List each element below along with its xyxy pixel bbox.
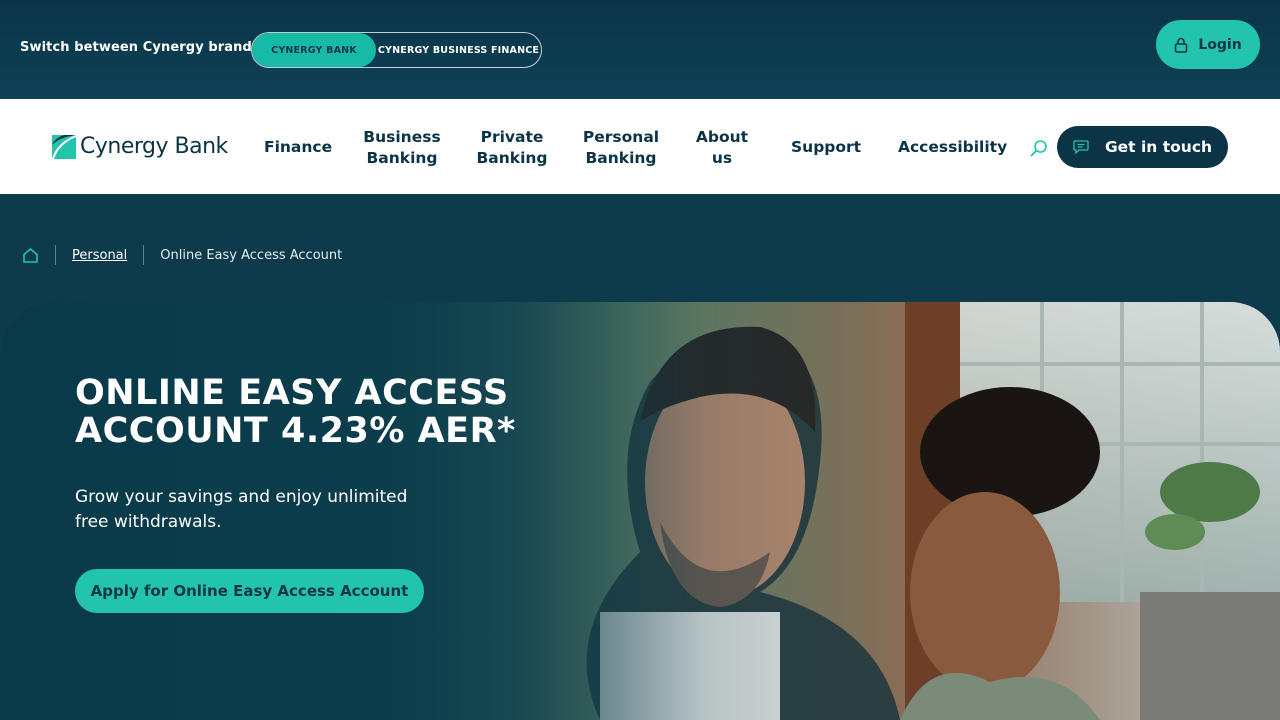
breadcrumb-current: Online Easy Access Account: [160, 247, 343, 263]
brand-switch-label: Switch between Cynergy brands:: [20, 40, 266, 55]
breadcrumb-divider: [55, 245, 56, 265]
nav-accessibility[interactable]: Accessibility: [898, 137, 1007, 158]
breadcrumb-divider: [143, 245, 145, 265]
breadcrumb-personal-link[interactable]: Personal: [72, 248, 127, 263]
apply-button[interactable]: Apply for Online Easy Access Account: [75, 569, 424, 613]
logo-text: Cynergy Bank: [80, 134, 228, 159]
site-logo[interactable]: Cynergy Bank: [52, 134, 228, 159]
hero-subtitle: Grow your savings and enjoy unlimited fr…: [75, 487, 408, 532]
hero-title: ONLINE EASY ACCESS ACCOUNT 4.23% AER*: [75, 373, 516, 451]
nav-about-us[interactable]: About us: [694, 127, 750, 169]
chat-icon: [1073, 140, 1089, 154]
nav-business-banking[interactable]: Business Banking: [362, 127, 442, 169]
get-in-touch-label: Get in touch: [1104, 138, 1213, 156]
brand-option-cynergy-business-finance[interactable]: CYNERGY BUSINESS FINANCE: [376, 33, 541, 67]
lock-icon: [1175, 37, 1188, 53]
home-icon[interactable]: [22, 247, 39, 264]
login-label: Login: [1198, 36, 1242, 53]
nav-finance[interactable]: Finance: [264, 137, 332, 158]
get-in-touch-button[interactable]: Get in touch: [1057, 126, 1228, 168]
brand-bar: Switch between Cynergy brands: CYNERGY B…: [0, 0, 1280, 99]
nav-support[interactable]: Support: [791, 137, 861, 158]
nav-private-banking[interactable]: Private Banking: [474, 127, 550, 169]
login-button[interactable]: Login: [1156, 20, 1260, 69]
brand-option-cynergy-bank[interactable]: CYNERGY BANK: [252, 33, 376, 67]
search-icon[interactable]: [1030, 139, 1048, 157]
brand-switcher: CYNERGY BANK CYNERGY BUSINESS FINANCE: [251, 32, 542, 68]
hero-banner: ONLINE EASY ACCESS ACCOUNT 4.23% AER* Gr…: [0, 302, 1280, 720]
nav-personal-banking[interactable]: Personal Banking: [582, 127, 660, 169]
breadcrumb: Personal Online Easy Access Account: [22, 245, 342, 265]
logo-mark: [52, 134, 76, 159]
